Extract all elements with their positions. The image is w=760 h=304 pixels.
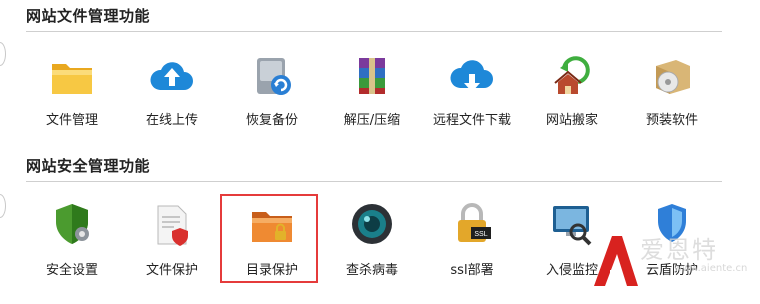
shield-gear-icon bbox=[56, 204, 89, 244]
document-shield-icon bbox=[157, 205, 188, 246]
online-upload-label: 在线上传 bbox=[145, 113, 198, 128]
ssl-deploy-tile[interactable]: SSL ssl部署 bbox=[422, 194, 522, 294]
ssl-padlock-icon: SSL bbox=[458, 203, 491, 242]
archive-books-icon bbox=[359, 58, 385, 94]
virus-scan-label: 查杀病毒 bbox=[345, 263, 398, 278]
file-manager-label: 文件管理 bbox=[45, 113, 98, 128]
watermark-text: 爱恩特 bbox=[640, 236, 718, 264]
section-title-security-management: 网站安全管理功能 bbox=[26, 157, 151, 175]
watermark-url: www.aiente.cn bbox=[674, 263, 748, 274]
file-manager-tile[interactable]: 文件管理 bbox=[22, 46, 122, 146]
locked-folder-icon bbox=[252, 212, 292, 242]
ssl-deploy-label: ssl部署 bbox=[450, 263, 494, 278]
preinstalled-software-label: 预装软件 bbox=[645, 113, 698, 128]
directory-protection-label: 目录保护 bbox=[245, 263, 298, 278]
online-upload-tile[interactable]: 在线上传 bbox=[122, 46, 222, 146]
cloud-download-icon bbox=[450, 60, 493, 92]
watermark: 爱恩特 www.aiente.cn bbox=[592, 228, 760, 298]
edge-handle bbox=[0, 42, 6, 66]
virus-scan-tile[interactable]: 查杀病毒 bbox=[322, 194, 422, 294]
preinstalled-software-tile[interactable]: 预装软件 bbox=[622, 46, 722, 146]
edge-handle bbox=[0, 194, 6, 218]
section-title-file-management: 网站文件管理功能 bbox=[26, 7, 151, 25]
section-divider bbox=[26, 31, 722, 32]
security-settings-label: 安全设置 bbox=[45, 263, 98, 278]
compress-tile[interactable]: 解压/压缩 bbox=[322, 46, 422, 146]
scan-lens-icon bbox=[352, 204, 392, 244]
house-migration-icon bbox=[554, 56, 590, 94]
monitor-magnifier-icon bbox=[553, 206, 592, 246]
file-protection-label: 文件保护 bbox=[145, 263, 198, 278]
compress-label: 解压/压缩 bbox=[343, 113, 401, 128]
restore-backup-tile[interactable]: 恢复备份 bbox=[222, 46, 322, 146]
watermark-logo-icon bbox=[594, 236, 638, 286]
directory-protection-tile[interactable]: 目录保护 bbox=[222, 194, 322, 294]
site-migration-tile[interactable]: 网站搬家 bbox=[522, 46, 622, 146]
software-box-icon bbox=[656, 60, 690, 94]
remote-download-tile[interactable]: 远程文件下载 bbox=[422, 46, 522, 146]
site-migration-label: 网站搬家 bbox=[545, 113, 598, 128]
restore-backup-label: 恢复备份 bbox=[245, 113, 298, 128]
folder-icon bbox=[52, 64, 92, 94]
security-settings-tile[interactable]: 安全设置 bbox=[22, 194, 122, 294]
remote-download-label: 远程文件下载 bbox=[432, 113, 511, 128]
cloud-upload-icon bbox=[150, 62, 193, 90]
section-divider bbox=[26, 181, 722, 182]
file-protection-tile[interactable]: 文件保护 bbox=[122, 194, 222, 294]
backup-drive-icon bbox=[257, 58, 291, 95]
ssl-badge-text: SSL bbox=[474, 231, 487, 238]
